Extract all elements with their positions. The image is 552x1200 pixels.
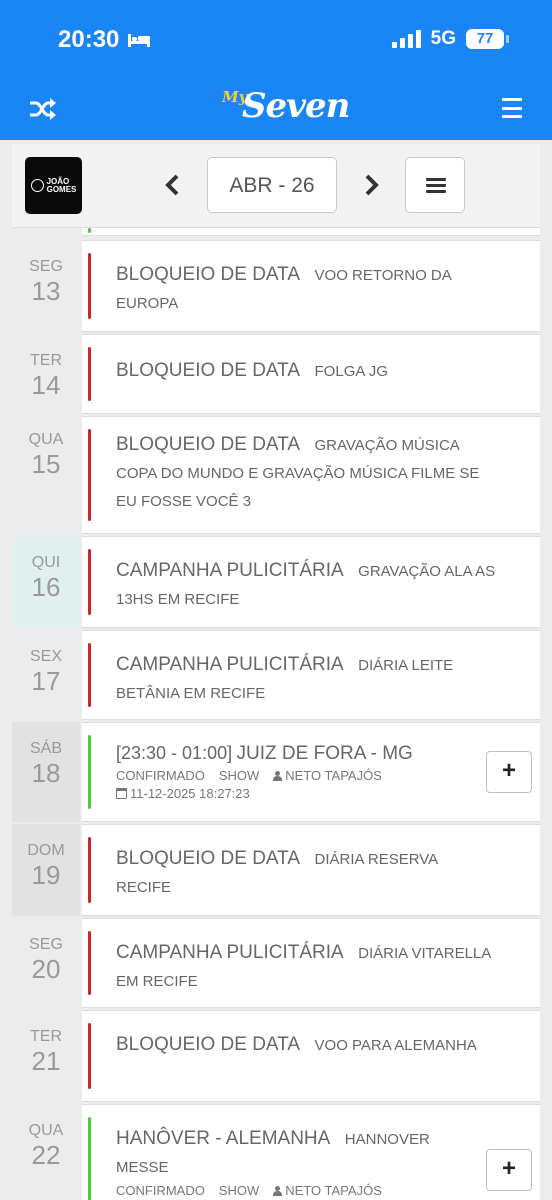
list-icon — [426, 178, 446, 193]
event-list[interactable]: SEG 13 BLOQUEIO DE DATA VOO RETORNO DA E… — [0, 228, 552, 1200]
list-item[interactable]: SEG 20 CAMPANHA PULICITÁRIA DIÁRIA VITAR… — [12, 918, 540, 1008]
event-status: CONFIRMADO — [116, 1183, 205, 1198]
list-item[interactable]: DOM 19 BLOQUEIO DE DATA DIÁRIA RESERVA R… — [12, 824, 540, 916]
event-title: HANÔVER - ALEMANHA — [116, 1128, 331, 1149]
status-bar-red — [88, 429, 91, 521]
event-card[interactable]: BLOQUEIO DE DATA FOLGA JG — [82, 334, 540, 414]
event-type: SHOW — [218, 1183, 260, 1198]
day-label: SÁB 18 — [12, 722, 80, 822]
status-bar-red — [88, 643, 91, 707]
list-item[interactable]: SEG 13 BLOQUEIO DE DATA VOO RETORNO DA E… — [12, 240, 540, 332]
day-label: TER 14 — [30, 352, 62, 400]
status-bar-green — [88, 735, 91, 809]
day-label: SEX 17 — [29, 648, 62, 696]
event-card[interactable]: CAMPANHA PULICITÁRIA GRAVAÇÃO ALA AS 13H… — [82, 536, 540, 628]
event-card[interactable]: BLOQUEIO DE DATA GRAVAÇÃO MÚSICA COPA DO… — [82, 416, 540, 534]
status-bar-red — [88, 837, 91, 903]
clock: 20:30 — [58, 26, 120, 53]
event-title: CAMPANHA PULICITÁRIA — [116, 654, 344, 675]
event-type: SHOW — [218, 768, 260, 783]
status-bar-red — [88, 1023, 91, 1089]
shuffle-icon[interactable] — [28, 96, 56, 122]
list-view-button[interactable] — [405, 157, 465, 213]
event-card[interactable]: HANÔVER - ALEMANHA HANNOVER MESSE CONFIR… — [82, 1104, 540, 1200]
status-bar-red — [88, 347, 91, 401]
status-bar-red — [88, 549, 91, 615]
signal-icon — [391, 30, 421, 48]
add-button[interactable]: + — [486, 751, 532, 793]
calendar-controls: JOÃO GOMES ABR - 26 — [12, 144, 540, 228]
day-label: TER 21 — [30, 1028, 62, 1076]
event-meta: CONFIRMADO SHOW NETO TAPAJÓS — [116, 1182, 480, 1200]
status-bar-red — [88, 253, 91, 319]
hamburger-menu-icon[interactable] — [502, 98, 522, 118]
event-created: 11-12-2025 18:27:23 — [130, 786, 250, 801]
list-item[interactable]: QUI 16 CAMPANHA PULICITÁRIA GRAVAÇÃO ALA… — [12, 536, 540, 628]
list-item[interactable]: QUA 15 BLOQUEIO DE DATA GRAVAÇÃO MÚSICA … — [12, 416, 540, 534]
event-card[interactable]: CAMPANHA PULICITÁRIA DIÁRIA VITARELLA EM… — [82, 918, 540, 1008]
month-selector[interactable]: ABR - 26 — [207, 157, 337, 213]
day-label-today: QUI 16 — [12, 536, 80, 628]
event-title: BLOQUEIO DE DATA — [116, 434, 301, 455]
event-card[interactable]: BLOQUEIO DE DATA VOO PARA ALEMANHA — [82, 1010, 540, 1102]
list-item[interactable]: TER 21 BLOQUEIO DE DATA VOO PARA ALEMANH… — [12, 1010, 540, 1102]
battery-icon: 77 — [466, 29, 509, 49]
day-label: QUA 22 — [28, 1122, 64, 1170]
event-title: BLOQUEIO DE DATA — [116, 264, 301, 285]
status-time: 20:30 — [58, 26, 151, 54]
event-card[interactable]: [23:30 - 01:00] JUIZ DE FORA - MG CONFIR… — [82, 722, 540, 822]
day-label: QUA 15 — [28, 431, 64, 479]
user-icon — [273, 1186, 283, 1196]
chevron-left-icon[interactable] — [162, 172, 184, 198]
network-type: 5G — [430, 28, 456, 49]
app-logo: My Seven — [218, 84, 350, 132]
event-time: [23:30 - 01:00] — [116, 743, 233, 763]
event-title: CAMPANHA PULICITÁRIA — [116, 942, 344, 963]
day-label: SEG 13 — [29, 258, 63, 306]
artist-logo[interactable]: JOÃO GOMES — [25, 157, 82, 214]
status-bar-green — [88, 1117, 91, 1200]
add-button[interactable]: + — [486, 1149, 532, 1191]
event-detail: VOO PARA ALEMANHA — [314, 1037, 477, 1054]
status-bar-red — [88, 931, 91, 995]
event-person: NETO TAPAJÓS — [285, 1183, 382, 1198]
app-header: 20:30 5G 77 My Seven — [0, 0, 552, 140]
event-title: BLOQUEIO DE DATA — [116, 848, 301, 869]
event-card[interactable]: CAMPANHA PULICITÁRIA DIÁRIA LEITE BETÂNI… — [82, 630, 540, 720]
day-label: SEG 20 — [29, 936, 63, 984]
list-item[interactable]: QUA 22 HANÔVER - ALEMANHA HANNOVER MESSE… — [12, 1104, 540, 1200]
day-label: DOM 19 — [12, 824, 80, 916]
event-meta: CONFIRMADO SHOW NETO TAPAJÓS — [116, 767, 480, 785]
calendar-icon — [116, 788, 127, 799]
event-title: CAMPANHA PULICITÁRIA — [116, 560, 344, 581]
event-status: CONFIRMADO — [116, 768, 205, 783]
user-icon — [273, 771, 283, 781]
event-detail: FOLGA JG — [314, 363, 388, 380]
list-item[interactable]: TER 14 BLOQUEIO DE DATA FOLGA JG — [12, 334, 540, 414]
list-item[interactable]: SÁB 18 [23:30 - 01:00] JUIZ DE FORA - MG… — [12, 722, 540, 822]
sleep-focus-icon — [128, 34, 151, 47]
event-person: NETO TAPAJÓS — [285, 768, 382, 783]
list-item[interactable]: SEX 17 CAMPANHA PULICITÁRIA DIÁRIA LEITE… — [12, 630, 540, 720]
list-item[interactable] — [12, 228, 540, 236]
event-title: BLOQUEIO DE DATA — [116, 1034, 301, 1055]
event-title: BLOQUEIO DE DATA — [116, 360, 301, 381]
chevron-right-icon[interactable] — [360, 172, 382, 198]
event-card[interactable]: BLOQUEIO DE DATA DIÁRIA RESERVA RECIFE — [82, 824, 540, 916]
status-indicators: 5G 77 — [391, 28, 509, 50]
event-card[interactable]: BLOQUEIO DE DATA VOO RETORNO DA EUROPA — [82, 240, 540, 332]
event-title: JUIZ DE FORA - MG — [236, 743, 413, 764]
logo-seven: Seven — [242, 86, 350, 126]
